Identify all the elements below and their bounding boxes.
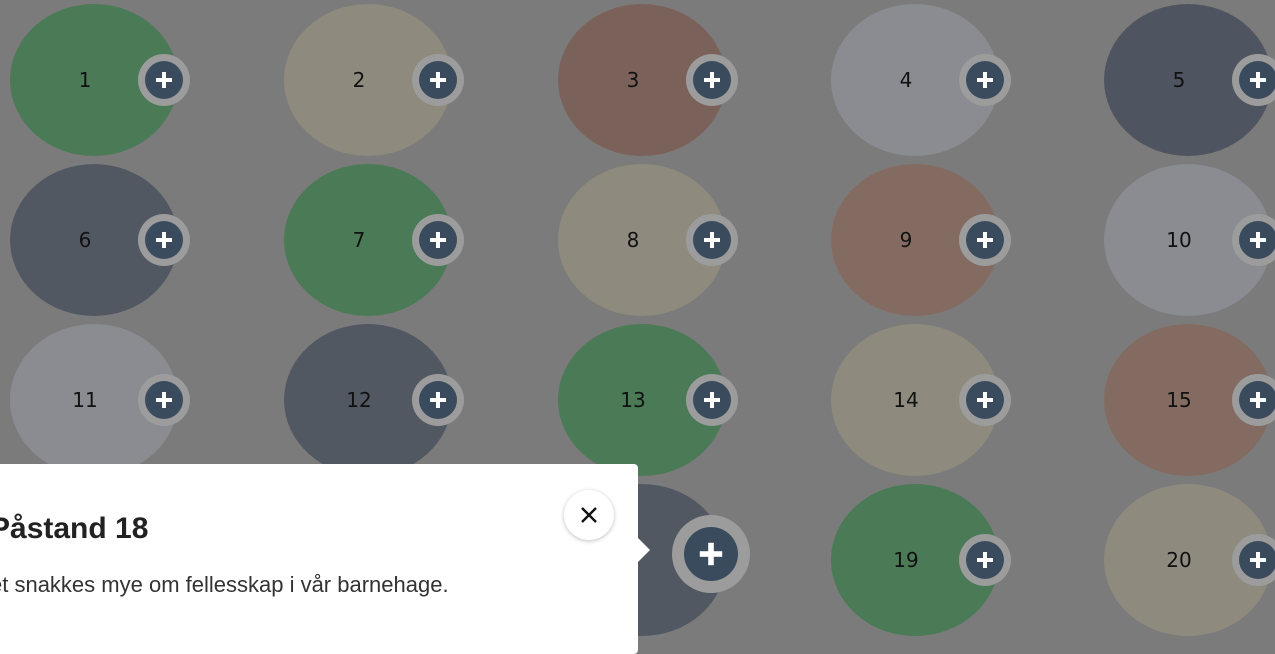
statement-item[interactable]: 20: [1094, 480, 1275, 640]
statement-item[interactable]: 15: [1094, 320, 1275, 480]
statement-item[interactable]: 1: [0, 0, 200, 160]
popup-arrow: [636, 536, 650, 564]
statement-number: 3: [626, 68, 640, 92]
statement-item[interactable]: 12: [274, 320, 474, 480]
plus-icon: [1239, 381, 1275, 419]
plus-icon: [1239, 61, 1275, 99]
plus-icon: [145, 61, 183, 99]
expand-button[interactable]: [959, 534, 1011, 586]
plus-icon: [419, 381, 457, 419]
statement-number: 1: [78, 68, 92, 92]
statement-item[interactable]: 11: [0, 320, 200, 480]
popup-text: et snakkes mye om fellesskap i vår barne…: [0, 572, 449, 597]
statement-number: 7: [352, 228, 366, 252]
plus-icon: [145, 221, 183, 259]
statement-popup: Påstand 18 et snakkes mye om fellesskap …: [0, 464, 650, 654]
expand-button[interactable]: [686, 214, 738, 266]
plus-icon: [145, 381, 183, 419]
statement-item[interactable]: 5: [1094, 0, 1275, 160]
expand-button[interactable]: [1232, 54, 1275, 106]
statement-number: 20: [1166, 548, 1192, 572]
expand-button[interactable]: [959, 374, 1011, 426]
statement-number: 8: [626, 228, 640, 252]
expand-button[interactable]: [412, 214, 464, 266]
plus-icon: [1239, 221, 1275, 259]
statement-number: 9: [899, 228, 913, 252]
statement-number: 12: [346, 388, 372, 412]
statement-number: 19: [893, 548, 919, 572]
statement-number: 11: [72, 388, 98, 412]
plus-icon: [1239, 541, 1275, 579]
statement-number: 15: [1166, 388, 1192, 412]
expand-button[interactable]: [686, 54, 738, 106]
statement-item[interactable]: 9: [821, 160, 1021, 320]
statement-item[interactable]: 3: [548, 0, 748, 160]
popup-title: Påstand 18: [0, 512, 149, 545]
expand-button[interactable]: [959, 214, 1011, 266]
statement-item[interactable]: 7: [274, 160, 474, 320]
plus-icon: [966, 221, 1004, 259]
plus-icon: [693, 61, 731, 99]
statement-item[interactable]: 8: [548, 160, 748, 320]
close-icon: [581, 507, 597, 523]
expand-button[interactable]: [138, 54, 190, 106]
plus-icon: [419, 61, 457, 99]
statement-item[interactable]: 19: [821, 480, 1021, 640]
statement-number: 5: [1172, 68, 1186, 92]
statement-number: 13: [620, 388, 646, 412]
active-expand-button[interactable]: [672, 515, 750, 593]
statement-item[interactable]: 13: [548, 320, 748, 480]
expand-button[interactable]: [686, 374, 738, 426]
expand-button[interactable]: [412, 374, 464, 426]
statement-number: 4: [899, 68, 913, 92]
statement-number: 10: [1166, 228, 1192, 252]
statement-item[interactable]: 14: [821, 320, 1021, 480]
plus-icon: [419, 221, 457, 259]
expand-button[interactable]: [1232, 374, 1275, 426]
plus-icon: [966, 381, 1004, 419]
plus-icon: [684, 527, 738, 581]
expand-button[interactable]: [412, 54, 464, 106]
statement-item[interactable]: 4: [821, 0, 1021, 160]
expand-button[interactable]: [1232, 534, 1275, 586]
close-button[interactable]: [564, 490, 614, 540]
plus-icon: [693, 221, 731, 259]
statement-number: 2: [352, 68, 366, 92]
statement-number: 14: [893, 388, 919, 412]
expand-button[interactable]: [138, 214, 190, 266]
expand-button[interactable]: [959, 54, 1011, 106]
expand-button[interactable]: [1232, 214, 1275, 266]
plus-icon: [966, 541, 1004, 579]
plus-icon: [693, 381, 731, 419]
plus-icon: [966, 61, 1004, 99]
statement-item[interactable]: 2: [274, 0, 474, 160]
expand-button[interactable]: [138, 374, 190, 426]
statement-item[interactable]: 6: [0, 160, 200, 320]
statement-number: 6: [78, 228, 92, 252]
statement-item[interactable]: 10: [1094, 160, 1275, 320]
